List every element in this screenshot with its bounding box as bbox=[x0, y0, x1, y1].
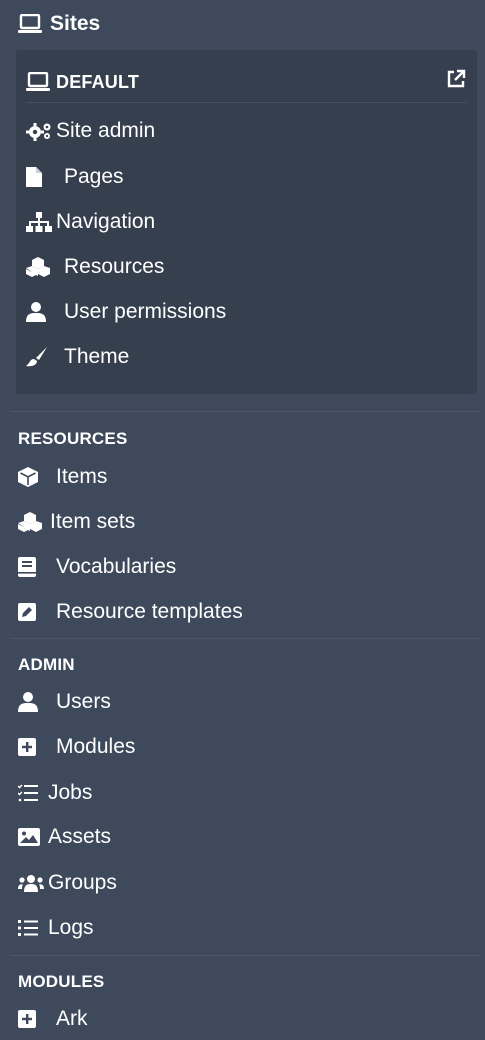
cubes-icon bbox=[26, 257, 64, 277]
tasks-icon bbox=[18, 784, 48, 802]
site-item-navigation[interactable]: Navigation bbox=[26, 207, 155, 237]
book-icon bbox=[18, 557, 56, 577]
nav-item-label: Logs bbox=[48, 916, 94, 939]
section-heading-modules: MODULES bbox=[18, 972, 105, 991]
nav-item-ark[interactable]: Ark bbox=[18, 1004, 88, 1034]
gears-icon bbox=[26, 121, 56, 141]
site-item-resources[interactable]: Resources bbox=[26, 252, 164, 282]
file-icon bbox=[26, 167, 64, 187]
nav-item-jobs[interactable]: Jobs bbox=[18, 778, 92, 808]
nav-item-label: Item sets bbox=[50, 510, 136, 533]
sites-title: Sites bbox=[50, 12, 101, 35]
site-item-site-admin[interactable]: Site admin bbox=[26, 116, 155, 146]
nav-item-label: Modules bbox=[56, 735, 136, 758]
plus-square-icon bbox=[18, 1010, 56, 1028]
sitemap-icon bbox=[26, 212, 56, 232]
laptop-icon bbox=[26, 72, 50, 92]
nav-item-label: Vocabularies bbox=[56, 555, 177, 578]
site-panel: DEFAULT Site admin Pages Navigation Reso… bbox=[16, 50, 477, 394]
nav-item-assets[interactable]: Assets bbox=[18, 822, 111, 852]
nav-item-label: Ark bbox=[56, 1007, 88, 1030]
divider bbox=[10, 411, 480, 412]
site-item-pages[interactable]: Pages bbox=[26, 162, 124, 192]
site-item-label: Navigation bbox=[56, 210, 156, 233]
external-link-icon[interactable] bbox=[445, 68, 467, 90]
divider bbox=[10, 955, 480, 956]
nav-item-label: Resource templates bbox=[56, 600, 243, 623]
sites-header[interactable]: Sites bbox=[18, 8, 100, 40]
nav-item-label: Assets bbox=[48, 825, 112, 848]
site-item-user-permissions[interactable]: User permissions bbox=[26, 297, 226, 327]
plus-square-icon bbox=[18, 738, 56, 756]
nav-item-label: Users bbox=[56, 690, 111, 713]
cubes-icon bbox=[18, 512, 50, 532]
nav-item-groups[interactable]: Groups bbox=[18, 868, 117, 898]
list-icon bbox=[18, 920, 48, 936]
site-header[interactable]: DEFAULT bbox=[26, 62, 467, 103]
section-heading-resources: RESOURCES bbox=[18, 429, 128, 448]
site-item-label: Resources bbox=[64, 255, 165, 278]
nav-item-label: Items bbox=[56, 465, 108, 488]
nav-item-resource-templates[interactable]: Resource templates bbox=[18, 597, 243, 627]
user-icon bbox=[26, 302, 64, 322]
nav-item-item-sets[interactable]: Item sets bbox=[18, 507, 135, 537]
image-icon bbox=[18, 828, 48, 846]
site-item-label: Theme bbox=[64, 345, 130, 368]
nav-item-vocabularies[interactable]: Vocabularies bbox=[18, 552, 176, 582]
nav-item-items[interactable]: Items bbox=[18, 462, 107, 492]
section-heading-admin: ADMIN bbox=[18, 655, 75, 674]
nav-item-modules[interactable]: Modules bbox=[18, 732, 135, 762]
nav-item-label: Jobs bbox=[48, 781, 93, 804]
site-name: DEFAULT bbox=[56, 71, 140, 92]
divider bbox=[10, 638, 480, 639]
site-item-label: User permissions bbox=[64, 300, 227, 323]
brush-icon bbox=[26, 347, 64, 367]
cube-icon bbox=[18, 467, 56, 487]
nav-item-logs[interactable]: Logs bbox=[18, 913, 94, 943]
site-item-label: Site admin bbox=[56, 119, 156, 142]
user-icon bbox=[18, 692, 56, 712]
edit-icon bbox=[18, 603, 56, 621]
nav-item-users[interactable]: Users bbox=[18, 687, 111, 717]
nav-item-label: Groups bbox=[48, 871, 117, 894]
site-item-theme[interactable]: Theme bbox=[26, 342, 129, 372]
laptop-icon bbox=[18, 14, 42, 34]
site-item-label: Pages bbox=[64, 165, 124, 188]
users-icon bbox=[18, 874, 48, 892]
